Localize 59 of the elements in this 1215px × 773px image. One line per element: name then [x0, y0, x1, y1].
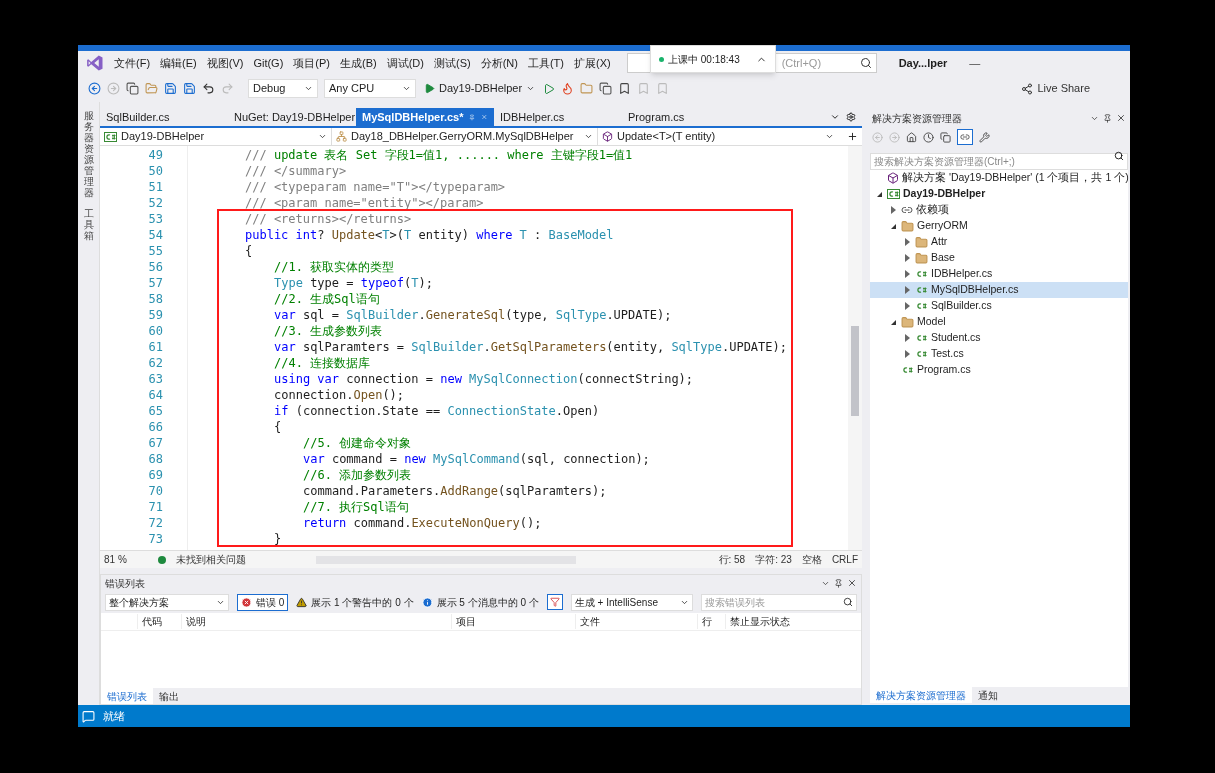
line-number: 60 — [148, 323, 163, 340]
spacing-indicator: 空格 — [801, 553, 822, 567]
code-line: } — [274, 532, 282, 546]
line-number: 70 — [148, 483, 163, 500]
line-number: 69 — [148, 467, 163, 484]
line-number: 65 — [148, 403, 163, 420]
line-number: 71 — [148, 499, 163, 516]
recording-timer: 上课中 00:18:43 — [668, 52, 740, 67]
code-line: //1. 获取实体的类型 — [274, 260, 395, 274]
line-number: 68 — [148, 451, 163, 468]
line-indicator: 行: 58 — [718, 553, 746, 567]
line-number: 57 — [148, 275, 163, 292]
code-line: using var connection = new MySqlConnection(connectString); — [274, 372, 694, 386]
code-line: /// <returns></returns> — [245, 212, 412, 226]
code-line: //3. 生成参数列表 — [274, 324, 383, 338]
code-line: /// <typeparam name="T"></typeparam> — [245, 180, 506, 194]
code-line: //5. 创建命令对象 — [303, 436, 412, 450]
line-number: 53 — [148, 211, 163, 228]
code-line: //4. 连接数据库 — [274, 356, 371, 370]
code-line: command.Parameters.AddRange(sqlParamters); — [303, 484, 607, 498]
eol-indicator: CRLF — [831, 553, 858, 567]
code-line: if (connection.State == ConnectionState.Open) — [274, 404, 600, 418]
line-number: 52 — [148, 195, 163, 212]
line-number: 58 — [148, 291, 163, 308]
line-number: 50 — [148, 163, 163, 180]
code-line: var sqlParamters = SqlBuilder.GetSqlParameters(entity, SqlType.UPDATE); — [274, 340, 787, 354]
line-number: 66 — [148, 419, 163, 436]
code-line: var command = new MySqlCommand(sql, connection); — [303, 452, 650, 466]
panel-title: 错误列表 — [105, 576, 145, 591]
line-number: 62 — [148, 355, 163, 372]
code-line: /// update 表名 Set 字段1=值1, ...... where 主键字段1=值1 — [245, 148, 633, 162]
line-number: 56 — [148, 259, 163, 276]
code-line: public int? Update<T>(T entity) where T : BaseModel — [245, 228, 614, 242]
code-line: var sql = SqlBuilder.GenerateSql(type, SqlType.UPDATE); — [274, 308, 672, 322]
code-line: //7. 执行Sql语句 — [303, 500, 409, 514]
line-number: 59 — [148, 307, 163, 324]
code-line: { — [274, 420, 282, 434]
line-number: 49 — [148, 147, 163, 164]
line-number: 72 — [148, 515, 163, 532]
line-number: 63 — [148, 371, 163, 388]
line-number: 64 — [148, 387, 163, 404]
char-indicator: 字符: 23 — [755, 553, 792, 567]
line-number: 67 — [148, 435, 163, 452]
code-line: /// </summary> — [245, 164, 347, 178]
code-line: //2. 生成Sql语句 — [274, 292, 380, 306]
line-number: 51 — [148, 179, 163, 196]
panel-title: 解决方案资源管理器 — [872, 111, 962, 126]
status-text: 就绪 — [103, 708, 125, 724]
window-title: Day...lper — [898, 55, 948, 71]
line-number: 73 — [148, 531, 163, 548]
line-number: 54 — [148, 227, 163, 244]
line-number: 61 — [148, 339, 163, 356]
code-line: connection.Open(); — [274, 388, 405, 402]
code-line: //6. 添加参数列表 — [303, 468, 412, 482]
code-line: Type type = typeof(T); — [274, 276, 433, 290]
code-line: { — [245, 244, 253, 258]
line-number: 55 — [148, 243, 163, 260]
code-line: /// <param name="entity"></param> — [245, 196, 484, 210]
code-line: return command.ExecuteNonQuery(); — [303, 516, 542, 530]
